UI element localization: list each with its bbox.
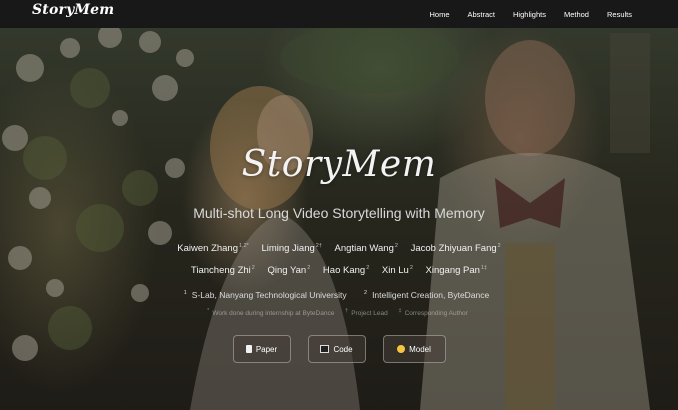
paper-button[interactable]: Paper bbox=[232, 335, 291, 363]
nav-link-results[interactable]: Results bbox=[607, 10, 632, 19]
author-link[interactable]: Qing Yan2 bbox=[267, 265, 310, 276]
paper-button-label: Paper bbox=[255, 344, 278, 354]
author-link[interactable]: Angtian Wang2 bbox=[335, 243, 398, 254]
author-link[interactable]: Jacob Zhiyuan Fang2 bbox=[411, 243, 501, 254]
author-note: † Project Lead bbox=[345, 308, 388, 318]
nav-links: Home Abstract Highlights Method Results bbox=[429, 0, 632, 28]
nav-link-method[interactable]: Method bbox=[564, 10, 589, 19]
author-link[interactable]: Tiancheng Zhi2 bbox=[191, 265, 255, 276]
affiliations: 1 S-Lab, Nanyang Technological University… bbox=[0, 290, 678, 300]
author-note: ‡ Corresponding Author bbox=[398, 308, 468, 318]
document-icon bbox=[245, 345, 252, 353]
brand-logo[interactable]: StoryMem bbox=[32, 2, 114, 18]
author-note: * Work done during internship at ByteDanc… bbox=[207, 308, 335, 318]
authors-row-1: Kaiwen Zhang1,2* Liming Jiang2† Angtian … bbox=[0, 243, 678, 254]
terminal-icon bbox=[320, 345, 330, 353]
author-link[interactable]: Xin Lu2 bbox=[382, 265, 413, 276]
author-link[interactable]: Hao Kang2 bbox=[323, 265, 369, 276]
code-button-label: Code bbox=[333, 344, 353, 354]
nav-link-home[interactable]: Home bbox=[429, 10, 449, 19]
affiliation-item: 2 Intelligent Creation, ByteDance bbox=[364, 290, 490, 300]
authors-row-2: Tiancheng Zhi2 Qing Yan2 Hao Kang2 Xin L… bbox=[0, 265, 678, 276]
author-link[interactable]: Liming Jiang2† bbox=[261, 243, 321, 254]
author-link[interactable]: Xingang Pan1‡ bbox=[426, 265, 488, 276]
nav-link-abstract[interactable]: Abstract bbox=[468, 10, 496, 19]
nav-link-highlights[interactable]: Highlights bbox=[513, 10, 546, 19]
hugging-face-icon bbox=[397, 345, 406, 353]
affiliation-item: 1 S-Lab, Nanyang Technological University bbox=[183, 290, 347, 300]
model-button-label: Model bbox=[409, 344, 431, 354]
page-subtitle: Multi-shot Long Video Storytelling with … bbox=[193, 205, 485, 221]
action-buttons: Paper Code Model bbox=[0, 335, 678, 363]
model-button[interactable]: Model bbox=[382, 335, 446, 363]
top-navbar: StoryMem Home Abstract Highlights Method… bbox=[0, 0, 678, 28]
author-link[interactable]: Kaiwen Zhang1,2* bbox=[177, 243, 249, 254]
author-notes: * Work done during internship at ByteDanc… bbox=[0, 308, 678, 317]
code-button[interactable]: Code bbox=[307, 335, 366, 363]
page-title: StoryMem bbox=[241, 144, 437, 185]
